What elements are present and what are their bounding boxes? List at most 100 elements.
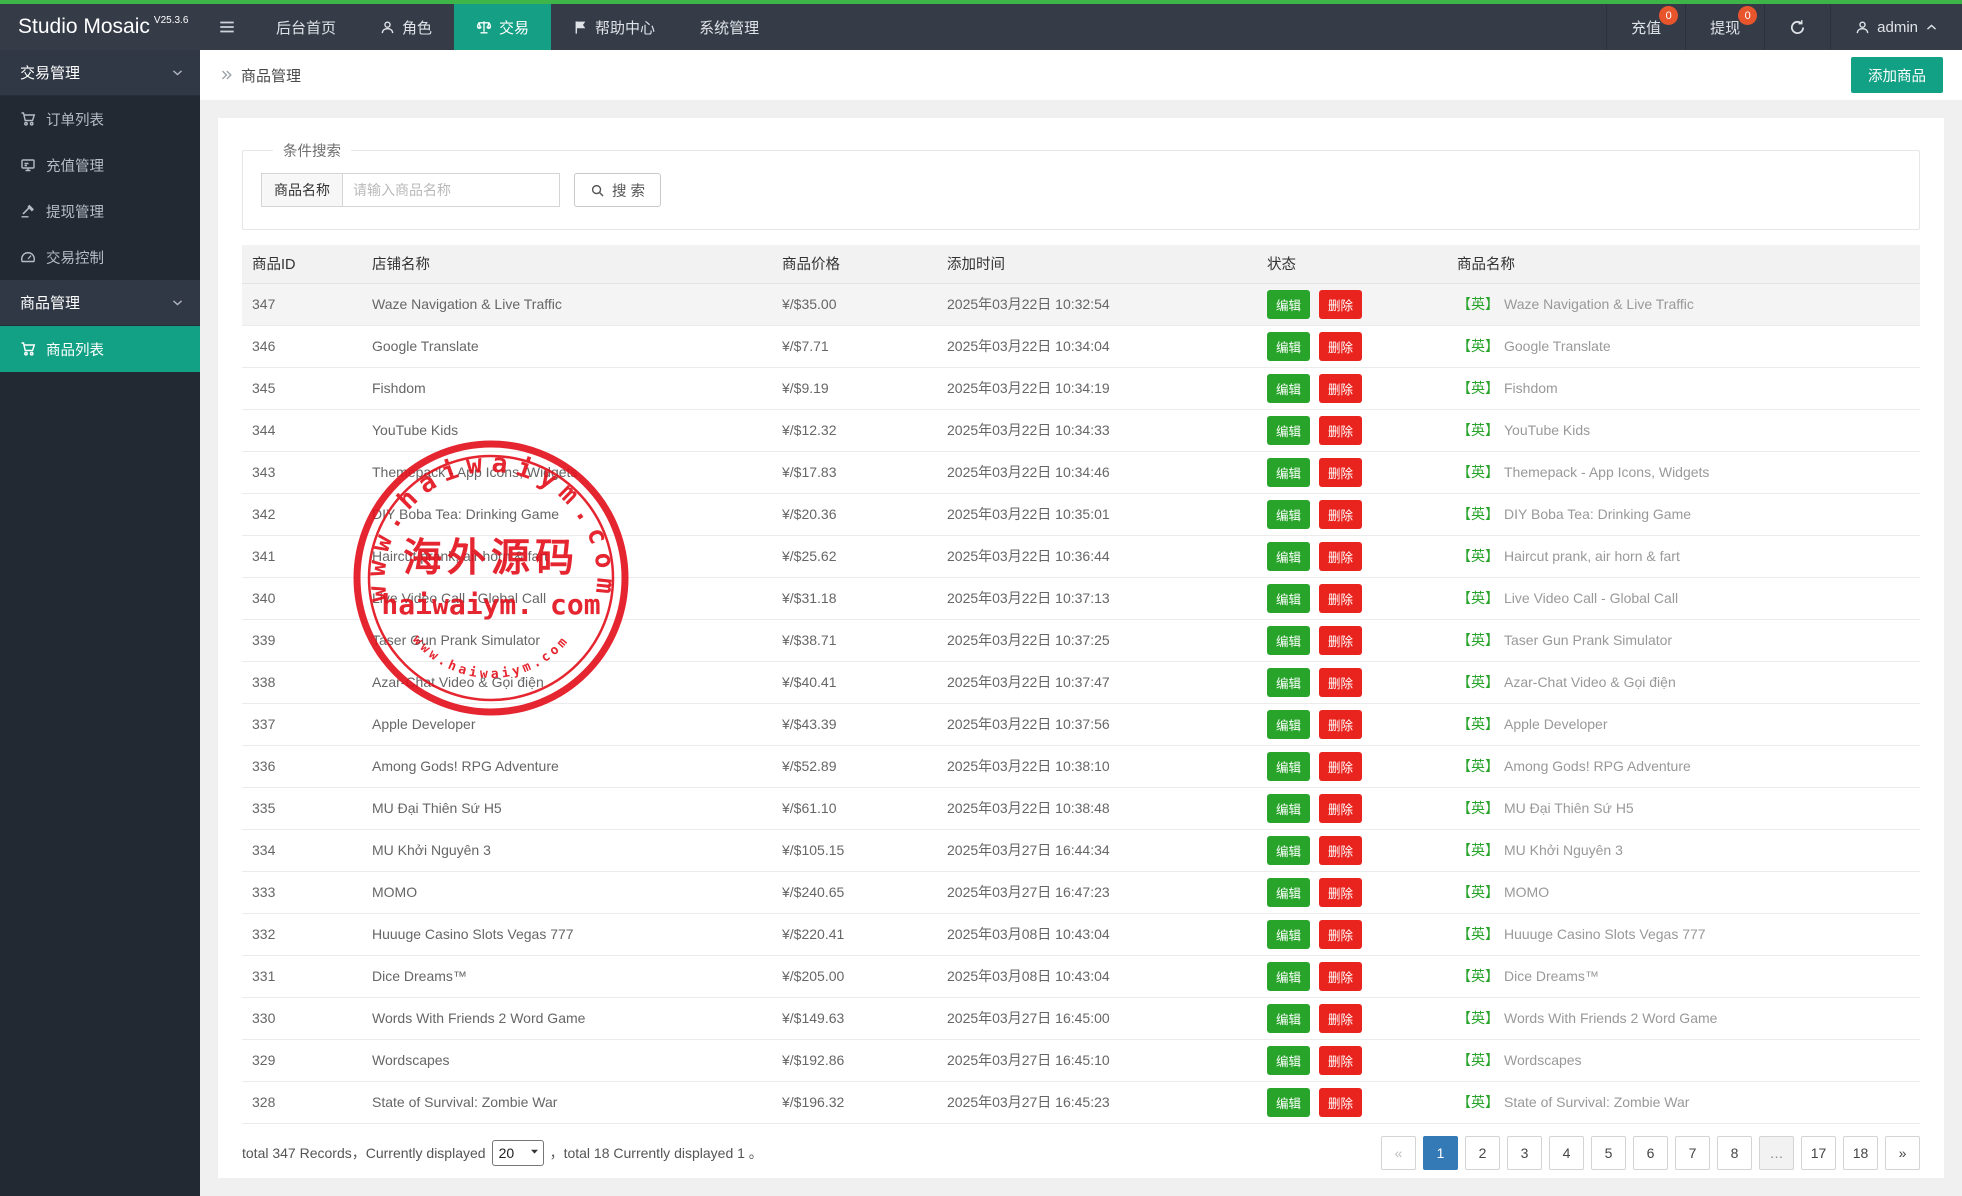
product-name: MU Khởi Nguyên 3 bbox=[1504, 842, 1623, 858]
delete-button[interactable]: 删除 bbox=[1319, 500, 1362, 529]
delete-button[interactable]: 删除 bbox=[1319, 542, 1362, 571]
price-cell: ¥/$40.41 bbox=[772, 661, 937, 703]
edit-button[interactable]: 编辑 bbox=[1267, 374, 1310, 403]
edit-button[interactable]: 编辑 bbox=[1267, 1004, 1310, 1033]
delete-button[interactable]: 删除 bbox=[1319, 878, 1362, 907]
flag-icon bbox=[573, 20, 588, 35]
page-button[interactable]: 8 bbox=[1717, 1136, 1752, 1170]
delete-button[interactable]: 删除 bbox=[1319, 626, 1362, 655]
sidebar-section-header[interactable]: 交易管理 bbox=[0, 50, 200, 96]
page-size-select[interactable]: 20 bbox=[492, 1140, 544, 1166]
search-button[interactable]: 搜 索 bbox=[574, 173, 661, 207]
product-name-input[interactable] bbox=[342, 173, 560, 207]
edit-button[interactable]: 编辑 bbox=[1267, 836, 1310, 865]
page-button[interactable]: 17 bbox=[1801, 1136, 1836, 1170]
chevron-up-icon bbox=[1925, 21, 1938, 34]
sidebar-toggle-button[interactable] bbox=[200, 4, 254, 50]
nav-item-4[interactable]: 帮助中心 bbox=[551, 4, 677, 50]
edit-button[interactable]: 编辑 bbox=[1267, 290, 1310, 319]
sidebar-item[interactable]: 充值管理 bbox=[0, 142, 200, 188]
page-button[interactable]: 4 bbox=[1549, 1136, 1584, 1170]
delete-button[interactable]: 删除 bbox=[1319, 290, 1362, 319]
product-name-cell: 【英】Wordscapes bbox=[1447, 1039, 1920, 1081]
product-name: YouTube Kids bbox=[1504, 422, 1590, 438]
status-cell: 编辑删除 bbox=[1257, 493, 1447, 535]
edit-button[interactable]: 编辑 bbox=[1267, 752, 1310, 781]
page-button[interactable]: 1 bbox=[1423, 1136, 1458, 1170]
edit-button[interactable]: 编辑 bbox=[1267, 668, 1310, 697]
nav-item-2[interactable]: 角色 bbox=[358, 4, 454, 50]
status-cell: 编辑删除 bbox=[1257, 997, 1447, 1039]
edit-button[interactable]: 编辑 bbox=[1267, 332, 1310, 361]
page-button[interactable]: 3 bbox=[1507, 1136, 1542, 1170]
user-menu[interactable]: admin bbox=[1830, 4, 1962, 50]
sidebar-item[interactable]: 交易控制 bbox=[0, 234, 200, 280]
edit-button[interactable]: 编辑 bbox=[1267, 500, 1310, 529]
nav-item-1[interactable]: 后台首页 bbox=[254, 4, 358, 50]
edit-button[interactable]: 编辑 bbox=[1267, 878, 1310, 907]
delete-button[interactable]: 删除 bbox=[1319, 710, 1362, 739]
product-name-cell: 【英】Azar-Chat Video & Gọi điện bbox=[1447, 661, 1920, 703]
add-product-button[interactable]: 添加商品 bbox=[1851, 57, 1943, 93]
delete-button[interactable]: 删除 bbox=[1319, 962, 1362, 991]
edit-button[interactable]: 编辑 bbox=[1267, 920, 1310, 949]
time-cell: 2025年03月27日 16:45:00 bbox=[937, 997, 1257, 1039]
brand-logo: Studio Mosaic V25.3.6 bbox=[0, 4, 200, 50]
price-cell: ¥/$196.32 bbox=[772, 1081, 937, 1123]
edit-button[interactable]: 编辑 bbox=[1267, 626, 1310, 655]
delete-button[interactable]: 删除 bbox=[1319, 458, 1362, 487]
nav-shortcut-label: 充值 bbox=[1631, 17, 1661, 38]
page-button[interactable]: 18 bbox=[1843, 1136, 1878, 1170]
edit-button[interactable]: 编辑 bbox=[1267, 1046, 1310, 1075]
page-button[interactable]: … bbox=[1759, 1136, 1794, 1170]
delete-button[interactable]: 删除 bbox=[1319, 794, 1362, 823]
table-row: 339Taser Gun Prank Simulator¥/$38.712025… bbox=[242, 619, 1920, 661]
brand-name: Studio Mosaic bbox=[18, 15, 150, 39]
status-cell: 编辑删除 bbox=[1257, 577, 1447, 619]
edit-button[interactable]: 编辑 bbox=[1267, 710, 1310, 739]
delete-button[interactable]: 删除 bbox=[1319, 1088, 1362, 1117]
price-cell: ¥/$61.10 bbox=[772, 787, 937, 829]
refresh-button[interactable] bbox=[1764, 4, 1830, 50]
page-button[interactable]: « bbox=[1381, 1136, 1416, 1170]
page-button[interactable]: 6 bbox=[1633, 1136, 1668, 1170]
page-button[interactable]: » bbox=[1885, 1136, 1920, 1170]
delete-button[interactable]: 删除 bbox=[1319, 668, 1362, 697]
edit-button[interactable]: 编辑 bbox=[1267, 542, 1310, 571]
delete-button[interactable]: 删除 bbox=[1319, 1004, 1362, 1033]
price-cell: ¥/$105.15 bbox=[772, 829, 937, 871]
sidebar-item[interactable]: 商品列表 bbox=[0, 326, 200, 372]
edit-button[interactable]: 编辑 bbox=[1267, 962, 1310, 991]
delete-button[interactable]: 删除 bbox=[1319, 920, 1362, 949]
edit-button[interactable]: 编辑 bbox=[1267, 416, 1310, 445]
product-name: Haircut prank, air horn & fart bbox=[1504, 548, 1680, 564]
delete-button[interactable]: 删除 bbox=[1319, 416, 1362, 445]
delete-button[interactable]: 删除 bbox=[1319, 836, 1362, 865]
sidebar-item[interactable]: 订单列表 bbox=[0, 96, 200, 142]
delete-button[interactable]: 删除 bbox=[1319, 1046, 1362, 1075]
product-name-cell: 【英】Live Video Call - Global Call bbox=[1447, 577, 1920, 619]
product-name: Wordscapes bbox=[1504, 1052, 1582, 1068]
pager: «12345678…1718» bbox=[1381, 1136, 1920, 1170]
page-button[interactable]: 2 bbox=[1465, 1136, 1500, 1170]
price-cell: ¥/$205.00 bbox=[772, 955, 937, 997]
page-button[interactable]: 7 bbox=[1675, 1136, 1710, 1170]
page-button[interactable]: 5 bbox=[1591, 1136, 1626, 1170]
nav-shortcut-2[interactable]: 提现0 bbox=[1685, 4, 1764, 50]
price-cell: ¥/$149.63 bbox=[772, 997, 937, 1039]
delete-button[interactable]: 删除 bbox=[1319, 584, 1362, 613]
edit-button[interactable]: 编辑 bbox=[1267, 584, 1310, 613]
nav-shortcut-1[interactable]: 充值0 bbox=[1606, 4, 1685, 50]
delete-button[interactable]: 删除 bbox=[1319, 332, 1362, 361]
sidebar-item[interactable]: 提现管理 bbox=[0, 188, 200, 234]
nav-item-5[interactable]: 系统管理 bbox=[677, 4, 781, 50]
product-id-cell: 346 bbox=[242, 325, 362, 367]
content-area: 条件搜索 商品名称 搜 索 商品ID店铺名称商品价格添加时间状态商品名称 347… bbox=[200, 100, 1962, 1196]
edit-button[interactable]: 编辑 bbox=[1267, 458, 1310, 487]
edit-button[interactable]: 编辑 bbox=[1267, 794, 1310, 823]
delete-button[interactable]: 删除 bbox=[1319, 752, 1362, 781]
nav-item-3[interactable]: 交易 bbox=[454, 4, 551, 50]
sidebar-section-header[interactable]: 商品管理 bbox=[0, 280, 200, 326]
edit-button[interactable]: 编辑 bbox=[1267, 1088, 1310, 1117]
delete-button[interactable]: 删除 bbox=[1319, 374, 1362, 403]
